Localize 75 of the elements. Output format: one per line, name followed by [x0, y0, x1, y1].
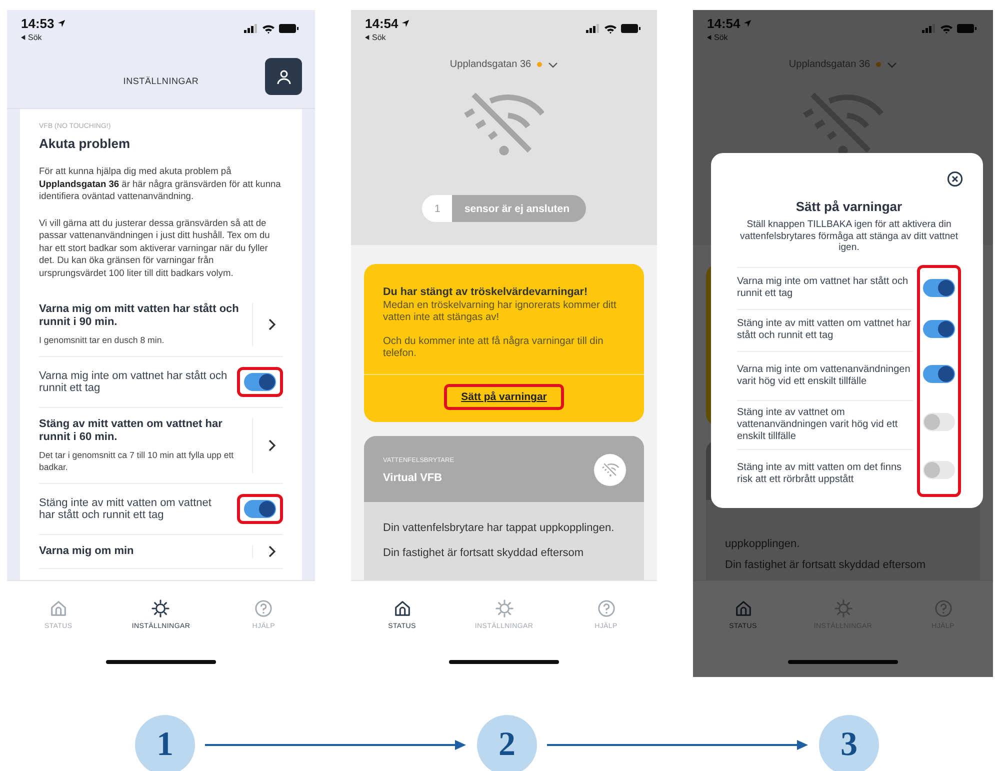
toggle-switch[interactable] — [923, 412, 955, 430]
chevron-right-icon — [268, 545, 276, 558]
wifi-icon — [262, 24, 275, 34]
setting-label: Stäng inte av mitt vatten om det finns risk att ett rörbrått uppstått — [737, 462, 903, 486]
settings-icon — [151, 599, 170, 618]
battery-icon — [279, 24, 299, 33]
modal-title: Sätt på varningar — [796, 199, 902, 214]
device-text: Din vattenfelsbrytare har tappat uppkopplingen. — [383, 522, 616, 535]
setting-label: Varna mig inte om vattnet har stått och runnit ett tag — [737, 276, 910, 300]
signal-icon — [586, 24, 600, 33]
location-arrow-icon — [57, 19, 66, 28]
battery-icon — [621, 24, 641, 33]
back-link[interactable]: Sök — [21, 33, 66, 42]
status-time: 14:54 — [707, 16, 740, 31]
close-icon[interactable] — [947, 171, 963, 187]
setting-label: Varna mig inte om vattnet har stått och runnit ett tag — [39, 370, 228, 394]
toggle-switch[interactable] — [923, 279, 955, 297]
address-selector[interactable]: Upplandsgatan 36 — [444, 58, 564, 71]
device-text: Din fastighet är fortsatt skyddad eftersom — [725, 559, 927, 572]
chevron-right-icon — [268, 318, 276, 331]
setting-label: Stäng inte av mitt vatten om vattnet har stått och runnit ett tag — [39, 496, 212, 522]
description-text: För att kunna hjälpa dig med akuta problem på Upplandsgatan 36 är här några gränsvärden för att kunna identifiera oväntad vattenanvändning. — [39, 165, 282, 202]
home-icon — [392, 599, 412, 618]
location-arrow-icon — [401, 19, 410, 28]
chevron-down-icon — [548, 62, 558, 68]
setting-label: Stäng inte av mitt vatten om vattnet har stått och runnit ett tag — [737, 318, 912, 342]
profile-button[interactable] — [265, 58, 302, 95]
signal-icon — [922, 24, 936, 33]
back-triangle-icon — [21, 35, 26, 40]
toggle-switch[interactable] — [923, 320, 955, 338]
setting-label: Stäng inte av vattnet om vattenanvändningen varit hög vid ett enskilt tillfälle — [737, 406, 899, 442]
wifi-off-icon — [464, 93, 544, 157]
step-number: 3 — [819, 715, 879, 771]
enable-warnings-link[interactable]: Sätt på varningar — [444, 384, 564, 410]
setting-row[interactable]: Varna mig om mitt vatten har stått och runnit i 90 min. I genomsnitt tar en dusch 8 min. — [39, 293, 283, 357]
back-triangle-icon — [707, 35, 712, 40]
status-time: 14:53 — [21, 16, 54, 31]
setting-row[interactable]: Varna mig om min — [39, 535, 283, 569]
home-icon — [48, 599, 68, 618]
home-icon — [734, 599, 752, 618]
setting-label: Varna mig inte om vattenanvändningen varit hög vid ett enskilt tillfälle — [737, 364, 912, 388]
section-heading: Akuta problem — [39, 136, 132, 151]
help-icon — [254, 599, 274, 618]
help-icon — [596, 599, 616, 618]
toggle-switch[interactable] — [923, 364, 955, 382]
toggle-switch[interactable] — [244, 373, 276, 391]
alert-text: Medan en tröskelvarning har ignorerats kommer ditt vatten inte att stängas av! — [383, 300, 618, 324]
setting-row[interactable]: Stäng av mitt vatten om vattnet har runnit i 60 min. Det tar i genomsnitt ca 7 till 10 min att fylla upp ett badkar. — [39, 408, 283, 484]
description-text: Vi vill gärna att du justerar dessa gränsvärden så att de passar vattenanvändningen i just ditt hushåll. Tex om du har ett stort badkar som aktiverar varningar när du fyller det. Du kan öka gränsen för varningar från ursprungsvärdet 100 liter till ditt badkars volym. — [39, 216, 271, 279]
back-link[interactable]: Sök — [365, 33, 410, 42]
location-arrow-icon — [743, 19, 752, 28]
battery-icon — [957, 24, 977, 33]
back-triangle-icon — [365, 35, 370, 40]
status-time: 14:54 — [365, 16, 398, 31]
settings-icon — [494, 599, 514, 618]
settings-icon — [834, 599, 852, 618]
wifi-icon — [604, 24, 617, 34]
device-text: uppkopplingen. — [725, 538, 801, 551]
wifi-icon — [940, 24, 953, 34]
chevron-down-icon — [887, 62, 898, 68]
help-icon — [934, 599, 952, 618]
chevron-right-icon — [268, 439, 276, 452]
device-text: Din fastighet är fortsatt skyddad eftersom — [383, 547, 585, 560]
toggle-switch[interactable] — [923, 460, 955, 478]
step-number: 1 — [135, 715, 195, 771]
screen-title: INSTÄLLNINGAR — [123, 76, 199, 86]
step-number: 2 — [477, 715, 537, 771]
alert-text: Och du kommer inte att få några varningar till din telefon. — [383, 336, 604, 360]
device-name: Virtual VFB — [383, 472, 444, 484]
signal-icon — [244, 24, 258, 33]
alert-title: Du har stängt av tröskelvärdevarningar! — [383, 286, 589, 298]
wifi-off-icon — [602, 463, 618, 477]
toggle-switch[interactable] — [244, 500, 276, 518]
modal-text: Ställ knappen TILLBAKA igen för att aktivera din vattenfelsbrytares förmåga att stänga av ditt vattnet igen. — [738, 219, 960, 254]
person-icon — [276, 68, 292, 84]
